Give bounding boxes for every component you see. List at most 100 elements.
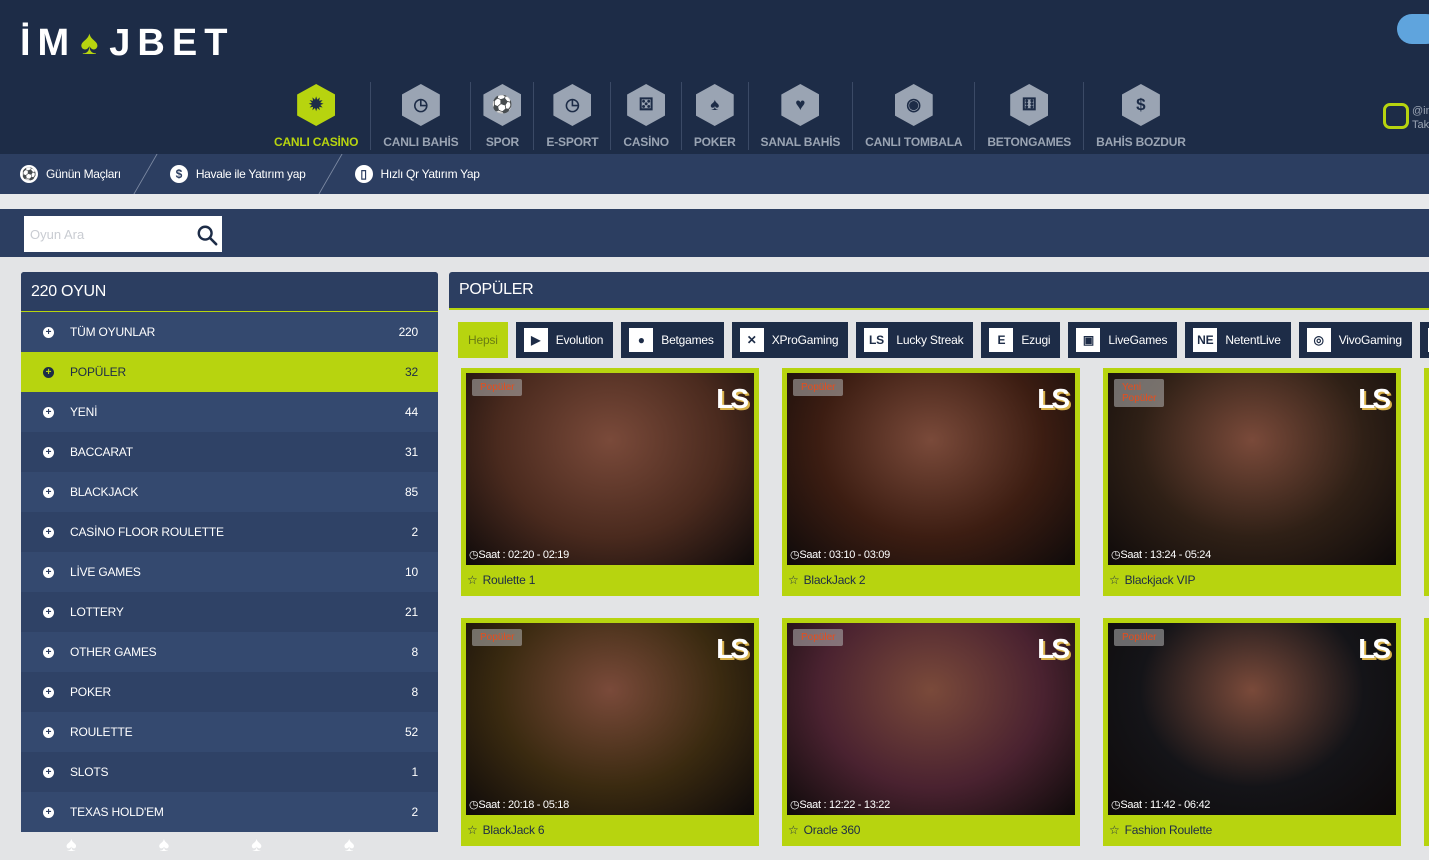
- category-count: 10: [405, 565, 418, 579]
- category-count: 8: [411, 685, 419, 699]
- quick-link[interactable]: $ Havale ile Yatırım yap: [150, 154, 326, 194]
- category-item[interactable]: + TÜM OYUNLAR 220: [21, 312, 438, 352]
- provider-mark: LS: [716, 383, 749, 414]
- quick-link-label: Havale ile Yatırım yap: [195, 167, 306, 181]
- game-search-input[interactable]: [24, 216, 222, 252]
- category-count: 52: [405, 725, 418, 739]
- account-button[interactable]: [1397, 14, 1429, 44]
- badge-label: Popüler: [1122, 393, 1157, 404]
- social-handle[interactable]: @in Tak: [1412, 104, 1429, 132]
- nav-item-betongames[interactable]: ⚅ BETONGAMES: [975, 82, 1085, 150]
- provider-label: NetentLive: [1225, 333, 1281, 347]
- game-hours: Saat : 12:22 - 13:22: [799, 799, 890, 811]
- status-badge: Popüler: [472, 379, 523, 396]
- category-count: 31: [405, 445, 418, 459]
- category-item[interactable]: + POKER 8: [21, 672, 438, 712]
- category-item[interactable]: + TEXAS HOLD'EM 2: [21, 792, 438, 832]
- nav-item-canli-bahi-s[interactable]: ◷ CANLI BAHİS: [371, 82, 472, 150]
- game-card[interactable]: Popüler LS ◷Saat : 12:22 - 13:22 ☆ Oracle 36…: [782, 618, 1080, 846]
- game-thumbnail[interactable]: Popüler LS ◷Saat : 11:42 - 06:42: [1108, 623, 1396, 815]
- game-hours-row: ◷Saat : 12:22 - 13:22: [790, 798, 890, 811]
- game-card[interactable]: Popüler LS ◷Saat : 02:20 - 02:19 ☆ Roulette …: [461, 368, 759, 596]
- category-item[interactable]: + ROULETTE 52: [21, 712, 438, 752]
- dollar-icon: $: [1121, 84, 1160, 126]
- provider-label: Evolution: [555, 333, 604, 347]
- provider-tab[interactable]: NE NetentLive: [1185, 322, 1291, 358]
- status-badge: Popüler: [793, 379, 844, 396]
- game-card[interactable]: Popüler LS ◷Saat : 03:10 - 03:09 ☆ BlackJack…: [782, 368, 1080, 596]
- game-title: BlackJack 6: [482, 823, 545, 837]
- favorite-star-icon[interactable]: ☆: [467, 573, 478, 587]
- provider-tab[interactable]: ● Betgames: [621, 322, 724, 358]
- spade-icon: ♠: [251, 834, 262, 856]
- provider-label: VivoGaming: [1338, 333, 1402, 347]
- category-item[interactable]: + BLACKJACK 85: [21, 472, 438, 512]
- game-thumbnail[interactable]: Popüler LS ◷Saat : 03:10 - 03:09: [787, 373, 1075, 565]
- section-title: POPÜLER: [449, 272, 1429, 310]
- nav-item-casi-no[interactable]: ⚄ CASİNO: [611, 82, 682, 150]
- casino-chip-icon: ✹: [297, 84, 336, 126]
- category-item[interactable]: + POPÜLER 32: [21, 352, 438, 392]
- category-item[interactable]: + BACCARAT 31: [21, 432, 438, 472]
- category-count: 1: [411, 765, 419, 779]
- quick-link[interactable]: ⚽ Günün Maçları: [0, 154, 141, 194]
- favorite-star-icon[interactable]: ☆: [788, 823, 799, 837]
- nav-item-spor[interactable]: ⚽ SPOR: [471, 82, 535, 150]
- nav-item-e-sport[interactable]: ◷ E-SPORT: [534, 82, 612, 150]
- plus-circle-icon: +: [43, 646, 54, 658]
- provider-logo-icon: NE: [1193, 328, 1218, 352]
- provider-tab[interactable]: ◎ VivoGaming: [1298, 322, 1412, 358]
- nav-item-bahi-s-bozdur[interactable]: $ BAHİS BOZDUR: [1084, 82, 1198, 150]
- favorite-star-icon[interactable]: ☆: [788, 573, 799, 587]
- game-thumbnail[interactable]: Popüler LS ◷Saat : 20:18 - 05:18: [466, 623, 754, 815]
- category-item[interactable]: + YENİ 44: [21, 392, 438, 432]
- provider-tab[interactable]: LS Lucky Streak: [856, 322, 974, 358]
- provider-mark: LS: [1037, 383, 1070, 414]
- quick-link[interactable]: ▯ Hızlı Qr Yatırım Yap: [335, 154, 500, 194]
- category-count: 2: [411, 525, 419, 539]
- provider-tab[interactable]: ▶ Evolution: [515, 322, 614, 358]
- provider-logo-icon: ▶: [523, 328, 548, 352]
- category-name: BACCARAT: [70, 445, 133, 459]
- category-item[interactable]: + OTHER GAMES 8: [21, 632, 438, 672]
- game-hours: Saat : 20:18 - 05:18: [478, 799, 569, 811]
- provider-tab[interactable]: Hepsi: [458, 322, 508, 358]
- provider-tab[interactable]: ✕ XProGaming: [731, 322, 849, 358]
- category-count: 21: [405, 605, 418, 619]
- category-item[interactable]: + LİVE GAMES 10: [21, 552, 438, 592]
- game-card[interactable]: Popüler LS ◷Saat : 11:42 - 06:42 ☆ Fashion R…: [1103, 618, 1401, 846]
- provider-tab[interactable]: A: [1419, 322, 1429, 358]
- favorite-star-icon[interactable]: ☆: [1109, 823, 1120, 837]
- category-item[interactable]: + SLOTS 1: [21, 752, 438, 792]
- nav-item-canli-tombala[interactable]: ◉ CANLI TOMBALA: [853, 82, 976, 150]
- nav-item-sanal-bahi-s[interactable]: ♥ SANAL BAHİS: [749, 82, 854, 150]
- nav-item-canli-casi-no[interactable]: ✹ CANLI CASİNO: [262, 82, 372, 150]
- category-name: LOTTERY: [70, 605, 124, 619]
- favorite-star-icon[interactable]: ☆: [467, 823, 478, 837]
- game-hours-row: ◷Saat : 03:10 - 03:09: [790, 548, 890, 561]
- provider-logo-icon: ✕: [739, 328, 764, 352]
- provider-tab[interactable]: E Ezugi: [981, 322, 1061, 358]
- game-thumbnail[interactable]: Popüler LS ◷Saat : 12:22 - 13:22: [787, 623, 1075, 815]
- category-item[interactable]: + CASİNO FLOOR ROULETTE 2: [21, 512, 438, 552]
- search-bar: [0, 209, 1429, 257]
- provider-label: Ezugi: [1021, 333, 1051, 347]
- provider-tab[interactable]: ▣ LiveGames: [1068, 322, 1178, 358]
- game-card[interactable]: [1424, 618, 1429, 846]
- search-icon[interactable]: [196, 224, 218, 246]
- site-logo[interactable]: İM ♠ JBET: [20, 22, 234, 65]
- game-thumbnail[interactable]: Popüler LS ◷Saat : 02:20 - 02:19: [466, 373, 754, 565]
- dice-icon: ⚅: [1010, 84, 1049, 126]
- game-hours-row: ◷Saat : 13:24 - 05:24: [1111, 548, 1211, 561]
- category-count: 44: [405, 405, 418, 419]
- game-card[interactable]: Popüler LS ◷Saat : 20:18 - 05:18 ☆ BlackJack…: [461, 618, 759, 846]
- game-card[interactable]: Yeni Popüler LS ◷Saat : 13:24 - 05:24 ☆ Black…: [1103, 368, 1401, 596]
- provider-logo-icon: ▣: [1076, 328, 1101, 352]
- category-item[interactable]: + LOTTERY 21: [21, 592, 438, 632]
- nav-item-poker[interactable]: ♠ POKER: [682, 82, 749, 150]
- favorite-star-icon[interactable]: ☆: [1109, 573, 1120, 587]
- game-thumbnail[interactable]: Yeni Popüler LS ◷Saat : 13:24 - 05:24: [1108, 373, 1396, 565]
- game-title: Fashion Roulette: [1124, 823, 1213, 837]
- instagram-icon[interactable]: [1383, 103, 1409, 129]
- game-card[interactable]: [1424, 368, 1429, 596]
